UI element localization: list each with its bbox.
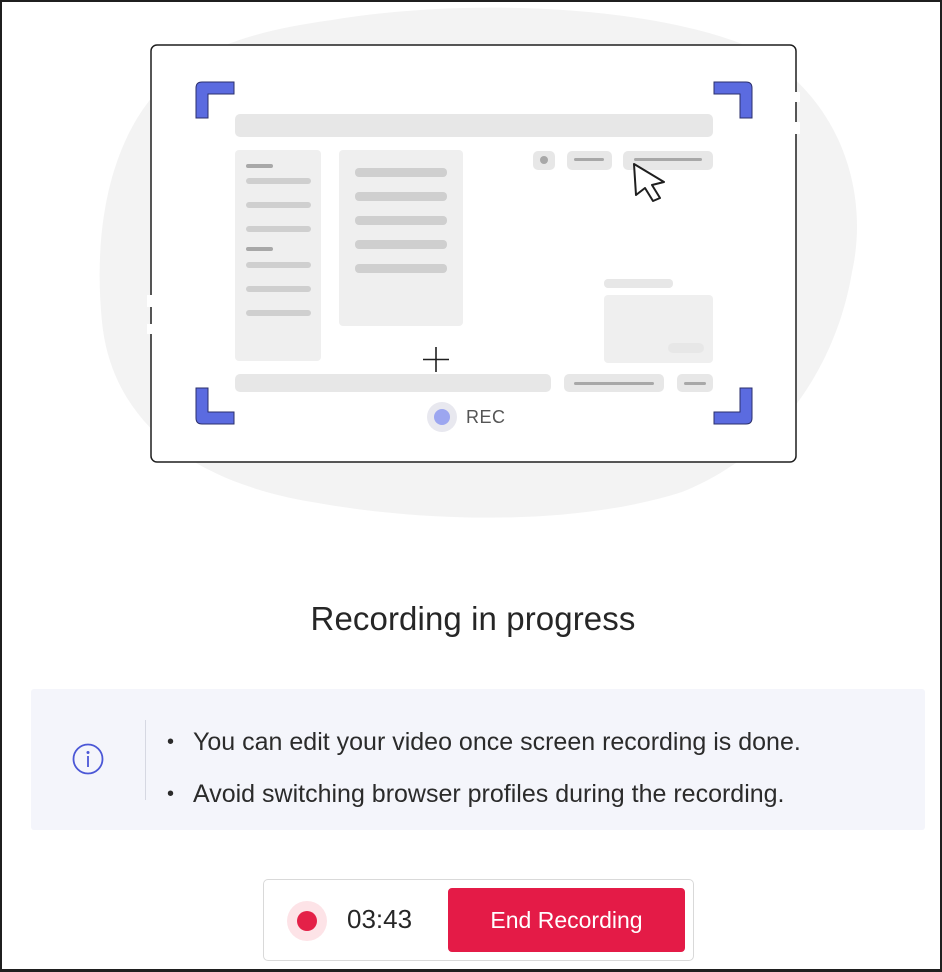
record-dot-icon bbox=[297, 911, 317, 931]
info-divider bbox=[145, 720, 146, 800]
info-box: • You can edit your video once screen rec… bbox=[31, 689, 925, 830]
list-item: • Avoid switching browser profiles during… bbox=[167, 780, 785, 808]
info-list: • You can edit your video once screen rec… bbox=[167, 716, 801, 820]
info-item-text: You can edit your video once screen reco… bbox=[193, 728, 801, 756]
info-icon bbox=[72, 743, 104, 775]
rec-label: REC bbox=[466, 407, 506, 427]
recording-timer: 03:43 bbox=[347, 904, 413, 934]
page-title: Recording in progress bbox=[310, 600, 636, 637]
info-item-text: Avoid switching browser profiles during … bbox=[193, 780, 785, 808]
end-recording-button[interactable]: End Recording bbox=[448, 888, 685, 952]
recording-control-bar: 03:43 End Recording bbox=[263, 879, 694, 961]
rec-indicator-dot bbox=[434, 409, 450, 425]
recording-status-icon bbox=[287, 901, 327, 941]
list-item: • You can edit your video once screen rec… bbox=[167, 728, 801, 756]
screen-recording-illustration bbox=[99, 7, 858, 518]
recording-panel: REC Recording in progress • You can edit … bbox=[0, 0, 942, 972]
